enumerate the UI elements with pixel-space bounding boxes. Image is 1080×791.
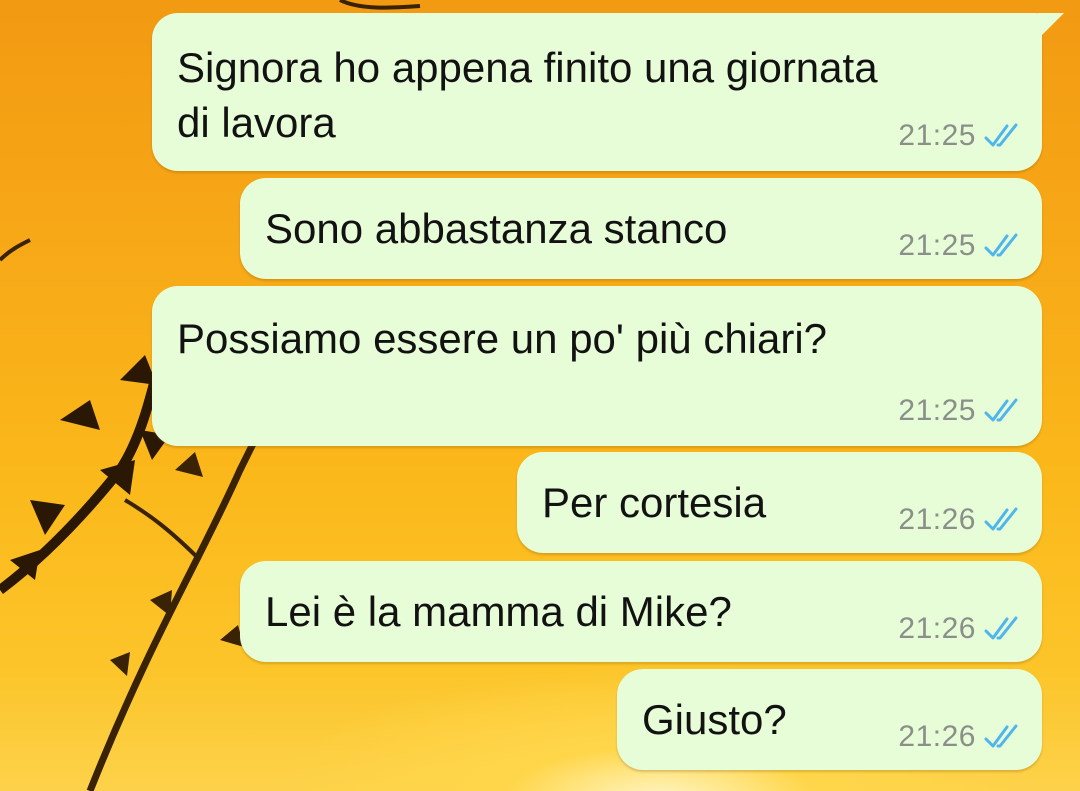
message-meta: 21:25: [898, 229, 1024, 263]
message-meta: 21:26: [898, 612, 1024, 646]
message-time: 21:25: [898, 229, 976, 262]
message-text: Possiamo essere un po' più chiari?: [177, 315, 828, 362]
message-text: Giusto?: [642, 696, 787, 743]
message-meta: 21:26: [898, 503, 1024, 537]
message-time: 21:26: [898, 503, 976, 536]
message-bubble[interactable]: Possiamo essere un po' più chiari? 21:25: [152, 286, 1042, 446]
message-bubble[interactable]: Lei è la mamma di Mike? 21:26: [240, 561, 1042, 662]
read-double-check-icon: [984, 724, 1018, 748]
message-text: Per cortesia: [542, 479, 767, 526]
message-meta: 21:25: [898, 394, 1024, 428]
chat-messages: Signora ho appena finito una giornata di…: [0, 0, 1080, 791]
message-text: Signora ho appena finito una giornata di…: [177, 44, 878, 146]
message-meta: 21:26: [898, 720, 1024, 754]
message-time: 21:25: [898, 119, 976, 152]
message-bubble[interactable]: Signora ho appena finito una giornata di…: [152, 13, 1064, 171]
bubble-tail: [1038, 13, 1064, 39]
message-bubble[interactable]: Sono abbastanza stanco 21:25: [240, 178, 1042, 279]
read-double-check-icon: [984, 507, 1018, 531]
message-time: 21:26: [898, 720, 976, 753]
message-bubble[interactable]: Per cortesia 21:26: [517, 452, 1042, 553]
message-time: 21:26: [898, 612, 976, 645]
message-bubble[interactable]: Giusto? 21:26: [617, 669, 1042, 770]
message-time: 21:25: [898, 394, 976, 427]
message-text: Sono abbastanza stanco: [265, 205, 728, 252]
read-double-check-icon: [984, 233, 1018, 257]
message-text: Lei è la mamma di Mike?: [265, 588, 732, 635]
read-double-check-icon: [984, 616, 1018, 640]
message-meta: 21:25: [898, 119, 1024, 153]
read-double-check-icon: [984, 123, 1018, 147]
read-double-check-icon: [984, 398, 1018, 422]
